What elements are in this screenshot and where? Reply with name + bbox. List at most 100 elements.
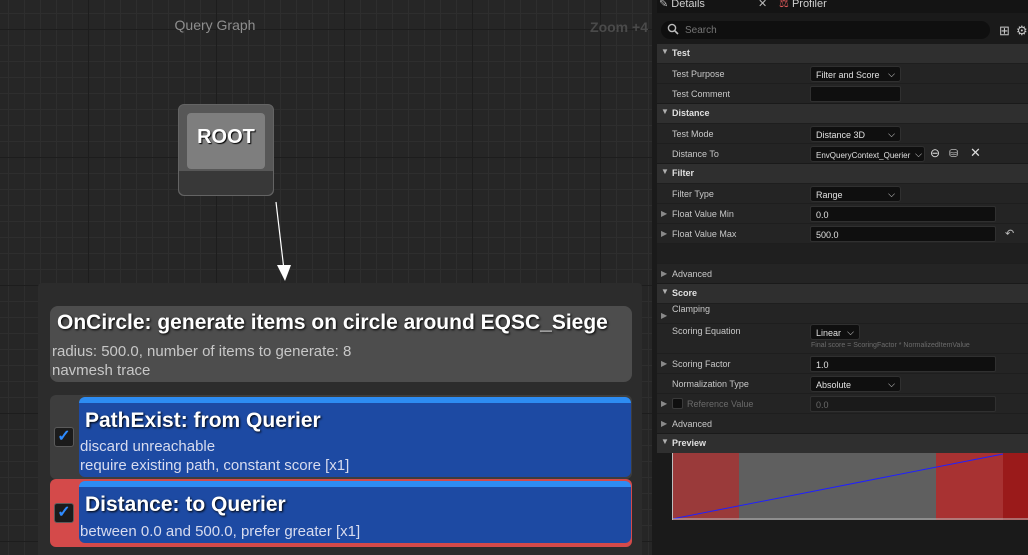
chevron-down-icon: ⌵ xyxy=(888,69,895,79)
prop-distance-to: Distance To EnvQueryContext_Querier ⌵ ⊖ … xyxy=(657,143,1028,163)
prop-test-comment: Test Comment xyxy=(657,83,1028,103)
test-title: PathExist: from Querier xyxy=(85,409,321,432)
browse-icon[interactable]: ⛁ xyxy=(949,147,958,160)
test-detail: require existing path, constant score [x… xyxy=(80,457,350,474)
expand-arrow-icon[interactable]: ▶ xyxy=(661,269,667,278)
prop-label: Advanced xyxy=(672,269,713,279)
collapse-arrow-icon: ▼ xyxy=(661,437,669,446)
test-enabled-checkbox[interactable]: ✓ xyxy=(54,427,74,447)
chevron-down-icon: ⌵ xyxy=(915,149,922,159)
test-detail: discard unreachable xyxy=(80,438,216,455)
generator-detail: radius: 500.0, number of items to genera… xyxy=(52,343,352,360)
test-detail: between 0.0 and 500.0, prefer greater [x… xyxy=(80,523,361,540)
prop-float-value-max: ▶ Float Value Max 500.0 ↶ xyxy=(657,223,1028,243)
collapse-arrow-icon: ▼ xyxy=(661,287,669,296)
scoring-factor-field[interactable]: 1.0 xyxy=(810,356,996,372)
expand-arrow-icon[interactable]: ▶ xyxy=(661,229,667,238)
prop-clamping: ▶ Clamping xyxy=(657,303,1028,323)
dropdown-value: Distance 3D xyxy=(816,130,866,140)
test-comment-field[interactable] xyxy=(810,86,901,102)
prop-filter-type: Filter Type Range ⌵ xyxy=(657,183,1028,203)
test-enabled-checkbox[interactable]: ✓ xyxy=(54,503,74,523)
prop-reference-value: ▶ Reference Value 0.0 xyxy=(657,393,1028,413)
prop-label: Scoring Factor xyxy=(672,359,731,369)
reset-to-default-icon[interactable]: ↶ xyxy=(1005,227,1014,240)
check-icon: ✓ xyxy=(57,428,71,445)
float-value-max-field[interactable]: 500.0 xyxy=(810,226,996,242)
composite-node[interactable]: OnCircle: generate items on circle aroun… xyxy=(38,283,642,555)
expand-arrow-icon[interactable]: ▶ xyxy=(661,419,667,428)
test-mode-dropdown[interactable]: Distance 3D ⌵ xyxy=(810,126,901,142)
prop-label: Advanced xyxy=(672,419,713,429)
edge-arrowhead xyxy=(277,265,291,281)
category-label: Distance xyxy=(672,108,710,118)
normalization-type-dropdown[interactable]: Absolute ⌵ xyxy=(810,376,901,392)
reference-value-checkbox[interactable] xyxy=(672,398,683,409)
prop-advanced-filter[interactable]: ▶ Advanced xyxy=(657,263,1028,283)
clear-icon[interactable]: ✕ xyxy=(970,145,981,161)
search-box[interactable] xyxy=(661,21,990,39)
tab-details[interactable]: ✎ Details xyxy=(659,0,705,13)
prop-label: Test Purpose xyxy=(672,69,725,79)
test-purpose-dropdown[interactable]: Filter and Score ⌵ xyxy=(810,66,901,82)
scoring-equation-dropdown[interactable]: Linear ⌵ xyxy=(810,324,860,340)
use-selected-icon[interactable]: ⊖ xyxy=(930,146,940,160)
collapse-arrow-icon: ▼ xyxy=(661,47,669,56)
test-node-body[interactable]: PathExist: from Querier discard unreacha… xyxy=(79,397,631,477)
prop-label: Test Mode xyxy=(672,129,714,139)
prop-scoring-factor: ▶ Scoring Factor 1.0 xyxy=(657,353,1028,373)
tab-label: Details xyxy=(671,0,705,10)
category-filter[interactable]: ▼ Filter xyxy=(657,163,1028,183)
close-tab-button[interactable]: ✕ xyxy=(758,0,767,13)
filter-type-dropdown[interactable]: Range ⌵ xyxy=(810,186,901,202)
search-icon xyxy=(667,23,679,35)
tab-profiler[interactable]: ⚖ Profiler xyxy=(779,0,827,13)
grid-view-icon[interactable]: ⊞ xyxy=(999,23,1010,39)
prop-advanced-score[interactable]: ▶ Advanced xyxy=(657,413,1028,433)
collapse-arrow-icon: ▼ xyxy=(661,167,669,176)
pencil-icon: ✎ xyxy=(659,0,669,10)
prop-label: Clamping xyxy=(672,304,711,314)
category-label: Test xyxy=(672,48,690,58)
profiler-icon: ⚖ xyxy=(779,0,789,10)
test-node-path-exist[interactable]: ✓ PathExist: from Querier discard unreac… xyxy=(50,395,632,479)
query-graph-canvas[interactable]: Query Graph Zoom +4 ROOT OnCircle: gener… xyxy=(0,0,652,555)
score-preview-graph xyxy=(672,453,1028,520)
collapse-arrow-icon: ▼ xyxy=(661,107,669,116)
category-preview[interactable]: ▼ Preview xyxy=(657,433,1028,453)
test-node-body[interactable]: Distance: to Querier between 0.0 and 500… xyxy=(79,481,631,543)
chevron-down-icon: ⌵ xyxy=(888,379,895,389)
chevron-down-icon: ⌵ xyxy=(847,327,854,337)
category-test[interactable]: ▼ Test xyxy=(657,43,1028,63)
dropdown-value: Filter and Score xyxy=(816,70,880,80)
search-input[interactable] xyxy=(685,23,975,37)
prop-test-purpose: Test Purpose Filter and Score ⌵ xyxy=(657,63,1028,83)
expand-arrow-icon[interactable]: ▶ xyxy=(661,311,667,320)
expand-arrow-icon[interactable]: ▶ xyxy=(661,209,667,218)
expand-arrow-icon[interactable]: ▶ xyxy=(661,399,667,408)
float-value-min-field[interactable]: 0.0 xyxy=(810,206,996,222)
prop-normalization-type: Normalization Type Absolute ⌵ xyxy=(657,373,1028,393)
scoring-equation-hint: Final score = ScoringFactor * Normalized… xyxy=(811,342,970,349)
prop-label: Test Comment xyxy=(672,89,731,99)
category-score[interactable]: ▼ Score xyxy=(657,283,1028,303)
chevron-down-icon: ⌵ xyxy=(888,189,895,199)
settings-icon[interactable]: ⚙ xyxy=(1016,23,1028,39)
category-distance[interactable]: ▼ Distance xyxy=(657,103,1028,123)
prop-test-mode: Test Mode Distance 3D ⌵ xyxy=(657,123,1028,143)
prop-label: Float Value Min xyxy=(672,209,734,219)
generator-node[interactable]: OnCircle: generate items on circle aroun… xyxy=(50,306,632,382)
prop-label: Float Value Max xyxy=(672,229,737,239)
category-label: Filter xyxy=(672,168,695,178)
test-node-distance[interactable]: ✓ Distance: to Querier between 0.0 and 5… xyxy=(50,479,632,547)
dropdown-value: Absolute xyxy=(816,380,852,390)
generator-detail: navmesh trace xyxy=(52,362,151,379)
tab-label: Profiler xyxy=(791,0,827,10)
prop-float-value-min: ▶ Float Value Min 0.0 xyxy=(657,203,1028,223)
expand-arrow-icon[interactable]: ▶ xyxy=(661,359,667,368)
dropdown-value: Linear xyxy=(816,328,842,338)
reference-value-field: 0.0 xyxy=(810,396,996,412)
prop-label: Scoring Equation xyxy=(672,326,741,336)
preview-score-line xyxy=(672,453,1028,520)
distance-to-dropdown[interactable]: EnvQueryContext_Querier ⌵ xyxy=(810,146,925,162)
